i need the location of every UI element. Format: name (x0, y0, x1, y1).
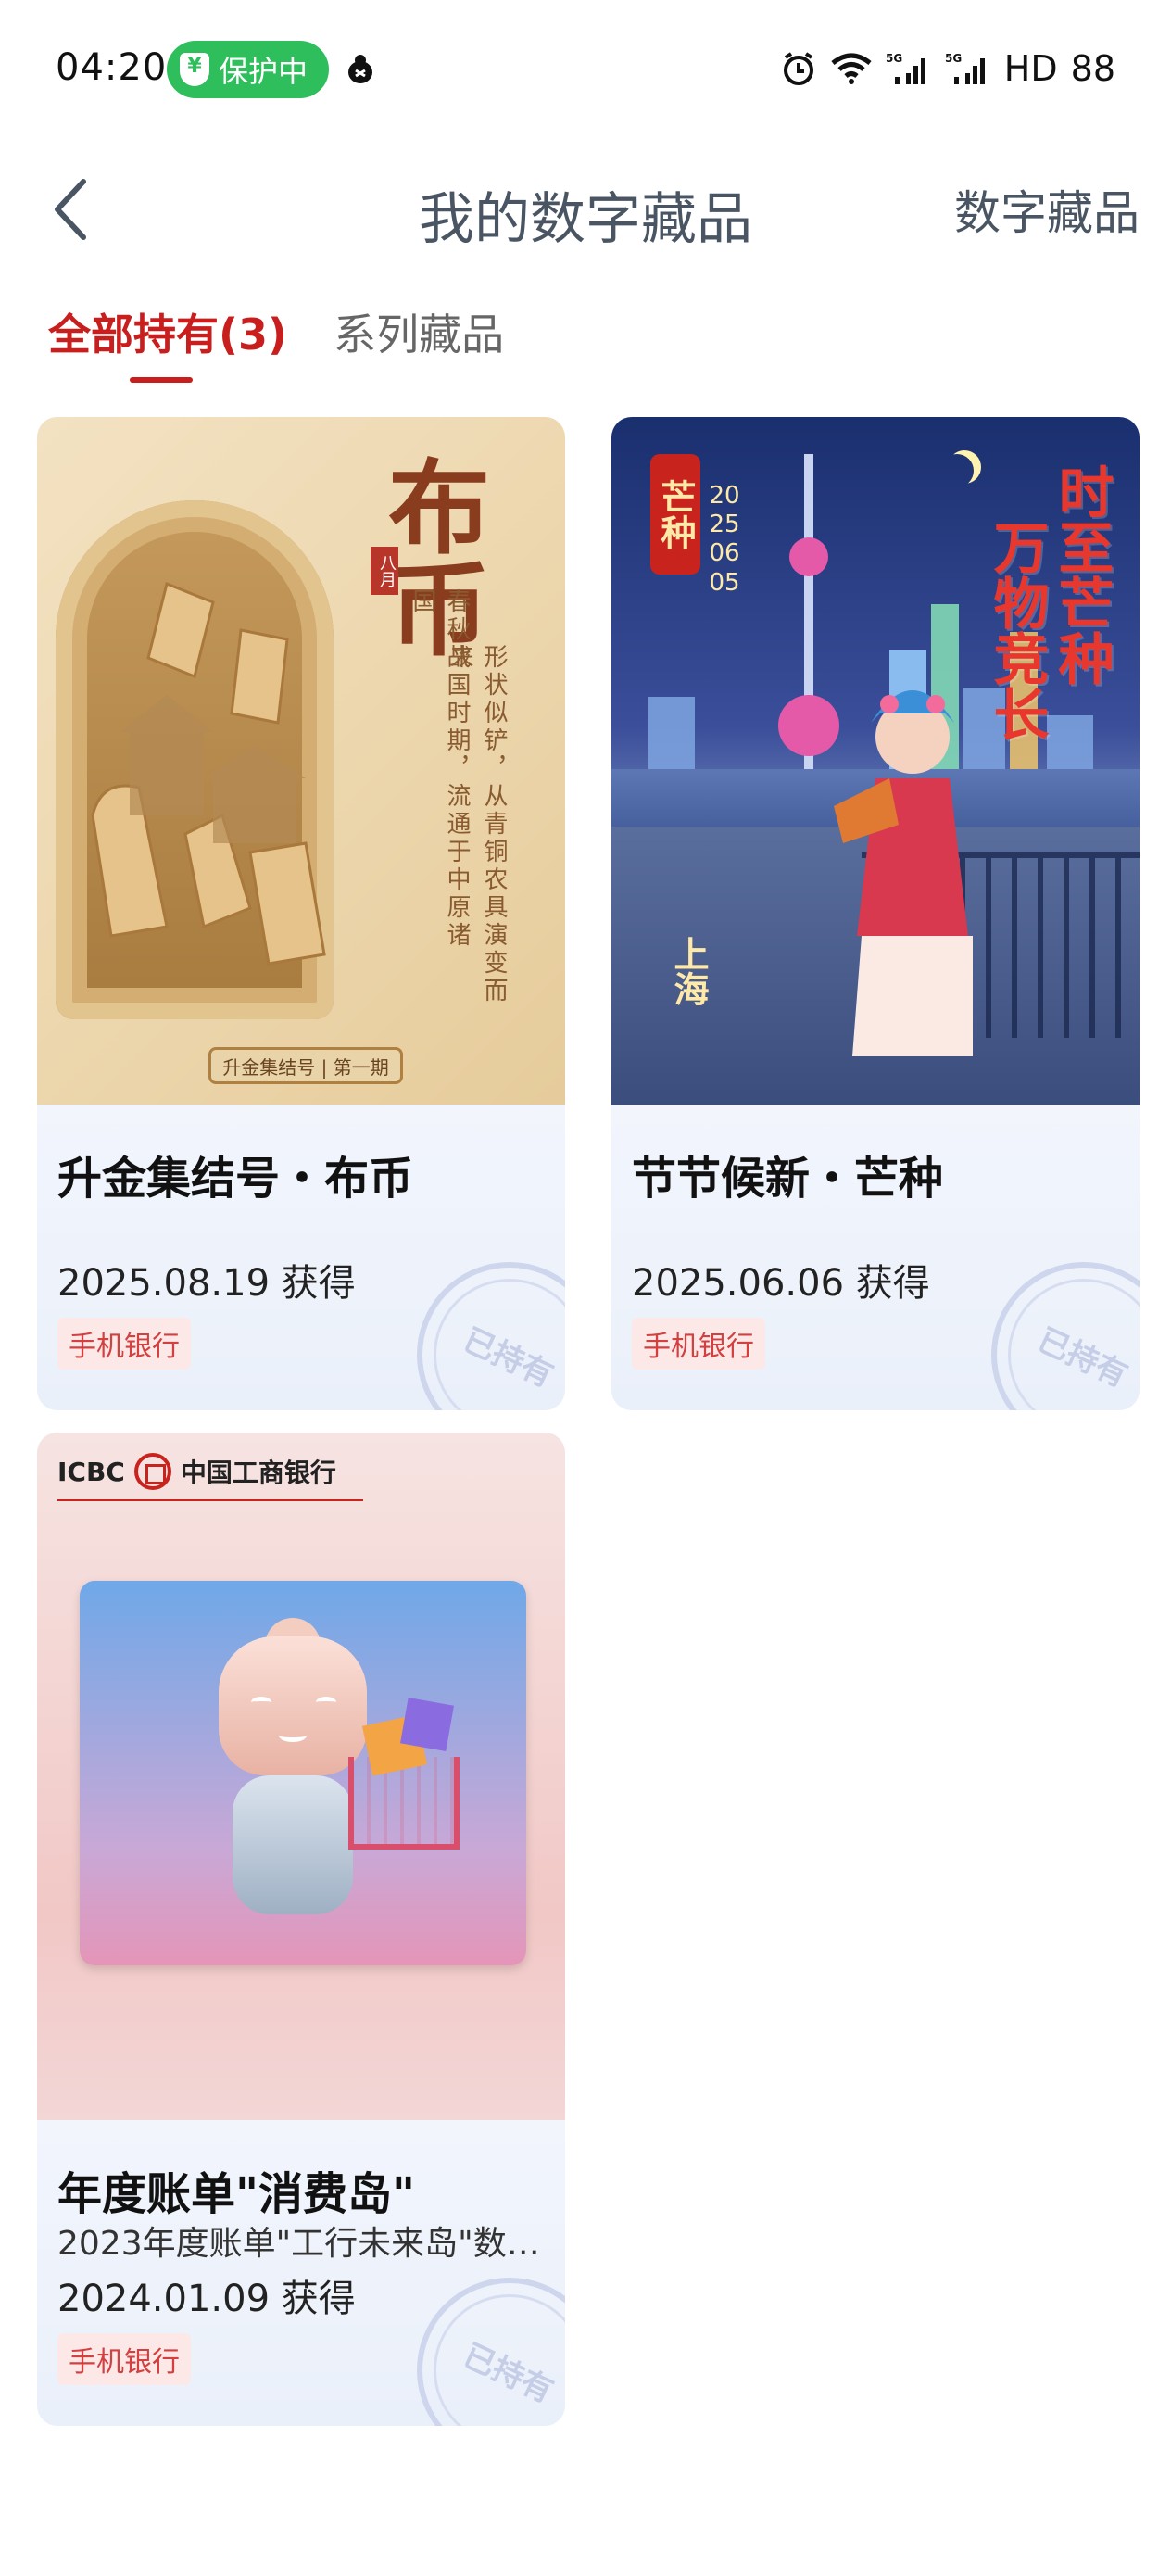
card-title: 年度账单"消费岛" (57, 2168, 416, 2220)
coins-illustration (91, 581, 326, 966)
logo-divider (57, 1499, 363, 1501)
card-date: 2025.08.19 获得 (57, 1262, 356, 1305)
icbc-emblem-icon (133, 1453, 171, 1490)
signal-5g-icon: 5G (886, 52, 925, 84)
protect-label: 保护中 (219, 54, 308, 89)
wifi-icon (831, 53, 872, 84)
robot-body (233, 1775, 353, 1914)
tab-bar: 全部持有(3) 系列藏品 (48, 301, 504, 383)
signal-5g-icon-2: 5G (945, 52, 985, 84)
icbc-logo-cn: 中国工商银行 (180, 1458, 336, 1488)
robot-smile (279, 1729, 307, 1742)
robot-eye (251, 1697, 271, 1708)
robot-illustration (80, 1581, 526, 1965)
card-title: 升金集结号・布币 (57, 1153, 414, 1205)
owned-stamp-text: 已持有 (1031, 1320, 1134, 1395)
shopping-cart-icon (348, 1757, 460, 1850)
svg-text:5G: 5G (886, 52, 902, 65)
opera-figure (834, 690, 973, 1056)
robot-head (219, 1636, 367, 1775)
owned-stamp: 已持有 (991, 1262, 1140, 1410)
artwork-seal: 八月 (371, 547, 398, 595)
card-info: 节节候新・芒种 2025.06.06 获得 手机银行 已持有 (611, 1105, 1140, 1410)
artwork-caption-2: 春秋战国时期，流通于中原诸国 (409, 588, 471, 950)
digital-collection-link[interactable]: 数字藏品 (954, 176, 1140, 243)
artwork-label: 升金集结号 | 第一期 (208, 1047, 403, 1084)
hd-label: HD (1003, 48, 1058, 89)
tower-sphere (789, 537, 828, 576)
collection-card[interactable]: 芒种 2025 06 05 时至芒种 万物竞长 上海 节节候新・芒种 2025.… (611, 417, 1140, 1410)
card-tag: 手机银行 (632, 1318, 765, 1370)
card-info: 升金集结号・布币 2025.08.19 获得 手机银行 已持有 (37, 1105, 565, 1410)
card-tag: 手机银行 (57, 2333, 191, 2385)
owned-stamp: 已持有 (417, 2278, 565, 2426)
moon-icon (940, 454, 974, 487)
battery-level: 88 (1070, 48, 1115, 89)
header: 我的数字藏品 数字藏品 (0, 139, 1171, 278)
status-bar: 04:20 保护中 5G 5G HD 88 (0, 0, 1171, 139)
owned-stamp-text: 已持有 (457, 2336, 560, 2410)
icbc-logo-en: ICBC (57, 1456, 125, 1487)
card-artwork: 布币 八月 形状似铲，从青铜农具演变而来 春秋战国时期，流通于中原诸国 升金集结… (37, 417, 565, 1105)
card-tag: 手机银行 (57, 1318, 191, 1370)
tower-sphere (778, 695, 839, 756)
card-info: 年度账单"消费岛" 2023年度账单"工行未来岛"数字藏品 2024.01.09… (37, 2120, 565, 2426)
solar-term-date: 2025 06 05 (709, 482, 740, 597)
shield-icon (180, 53, 209, 86)
gift-box (400, 1698, 454, 1751)
solar-term-seal: 芒种 (650, 454, 700, 575)
protect-badge: 保护中 (167, 41, 329, 98)
icbc-logo: ICBC 中国工商银行 (57, 1453, 336, 1490)
card-date: 2024.01.09 获得 (57, 2278, 356, 2320)
slogan-line-1: 时至芒种 (1049, 463, 1114, 686)
card-date: 2025.06.06 获得 (632, 1262, 930, 1305)
collection-card[interactable]: 布币 八月 形状似铲，从青铜农具演变而来 春秋战国时期，流通于中原诸国 升金集结… (37, 417, 565, 1410)
slogan-line-2: 万物竞长 (984, 519, 1049, 741)
robot-eye (316, 1697, 336, 1708)
svg-text:5G: 5G (945, 52, 962, 65)
card-artwork: 芒种 2025 06 05 时至芒种 万物竞长 上海 (611, 417, 1140, 1105)
card-title: 节节候新・芒种 (632, 1153, 944, 1205)
card-artwork: ICBC 中国工商银行 (37, 1433, 565, 2120)
app-notification-icon (343, 52, 378, 91)
owned-stamp-text: 已持有 (457, 1320, 560, 1395)
status-icons: 5G 5G HD 88 (780, 48, 1115, 89)
collection-card[interactable]: ICBC 中国工商银行 年度账单"消费岛" 2023年度账单"工行未来岛"数字藏… (37, 1433, 565, 2426)
place-label: 上海 (668, 936, 709, 1006)
card-subtitle: 2023年度账单"工行未来岛"数字藏品 (57, 2225, 548, 2263)
alarm-icon (783, 52, 813, 85)
owned-stamp: 已持有 (417, 1262, 565, 1410)
tab-series[interactable]: 系列藏品 (334, 301, 504, 383)
tab-all-owned[interactable]: 全部持有(3) (48, 301, 287, 383)
status-time: 04:20 (56, 46, 168, 89)
